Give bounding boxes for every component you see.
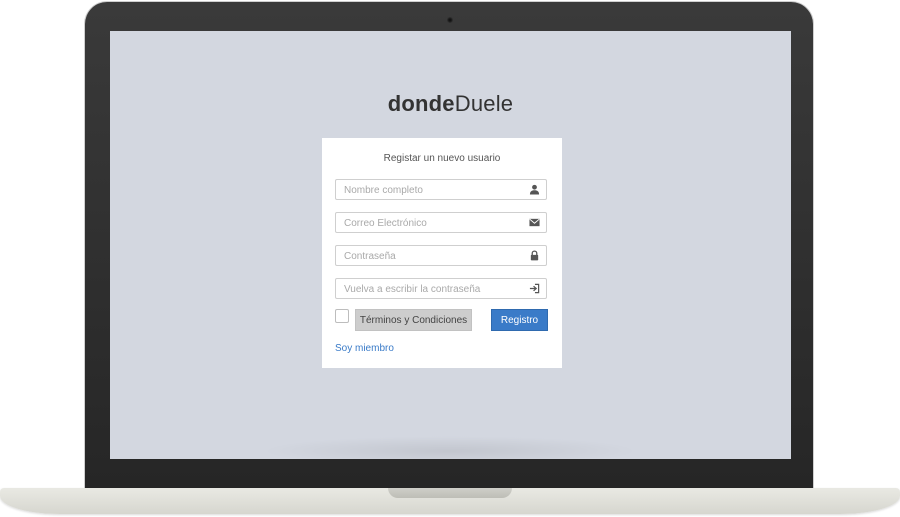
- password-confirm-input[interactable]: [336, 280, 524, 299]
- password-confirm-field[interactable]: [335, 278, 547, 299]
- register-panel: Registar un nuevo usuario Nombre complet…: [322, 138, 562, 368]
- terms-checkbox[interactable]: [335, 309, 349, 323]
- laptop-notch: [388, 488, 512, 498]
- panel-title: Registar un nuevo usuario: [383, 153, 501, 164]
- terms-button[interactable]: Términos y Condiciones: [355, 309, 472, 331]
- logo-bold-text: donde: [387, 91, 455, 116]
- password-field[interactable]: [335, 245, 547, 266]
- screen-glow: [260, 436, 640, 459]
- fullname-field[interactable]: [335, 179, 547, 200]
- logo-light-text: Duele: [454, 91, 514, 116]
- user-icon: [529, 184, 540, 195]
- fullname-input[interactable]: [336, 181, 524, 200]
- envelope-icon: [529, 218, 540, 227]
- register-button[interactable]: Registro: [491, 309, 548, 331]
- login-icon: [529, 283, 540, 294]
- app-logo: dondeDuele: [110, 91, 791, 117]
- screen: dondeDuele Registar un nuevo usuario Nom…: [110, 31, 791, 459]
- email-field[interactable]: [335, 212, 547, 233]
- camera-icon: [447, 17, 453, 23]
- password-input[interactable]: [336, 247, 524, 266]
- email-input[interactable]: [336, 214, 524, 233]
- lock-icon: [530, 250, 539, 261]
- member-link[interactable]: Soy miembro: [335, 343, 394, 354]
